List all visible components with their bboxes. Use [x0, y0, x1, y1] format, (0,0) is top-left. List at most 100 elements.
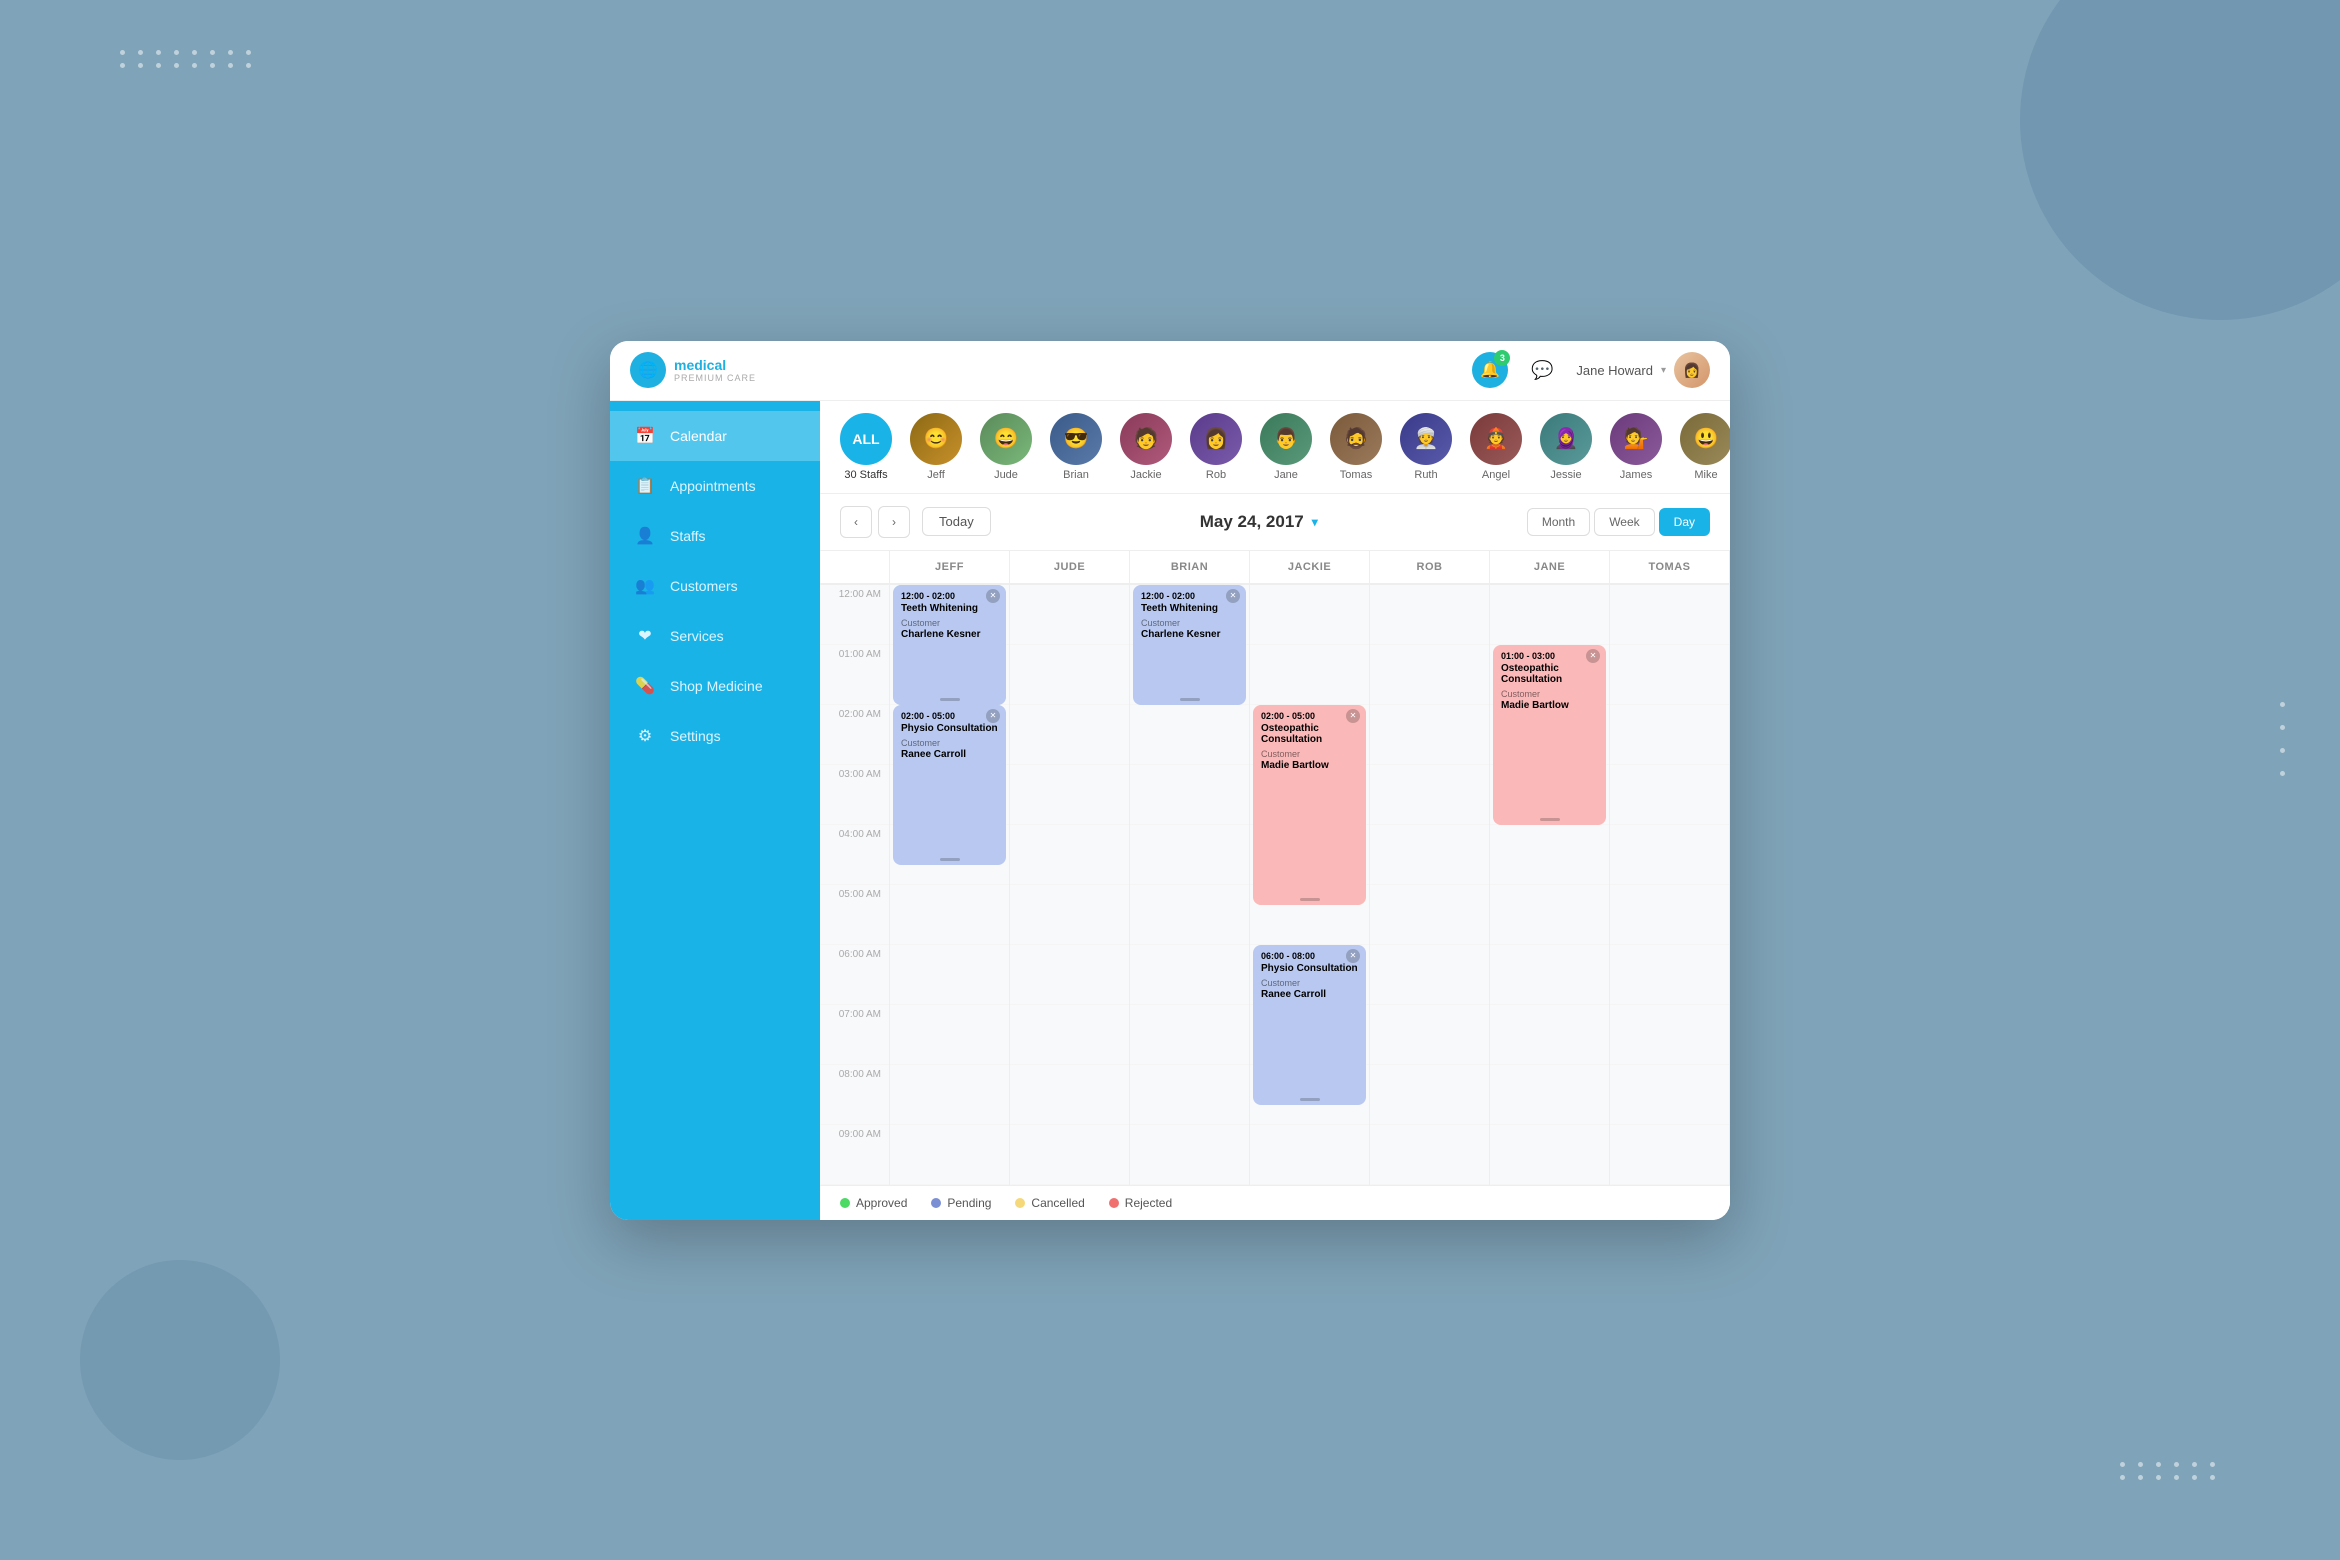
staff-name-tomas: Tomas [1340, 469, 1372, 481]
staff-chip-jane[interactable]: 👨Jane [1260, 413, 1312, 481]
sidebar-item-customers[interactable]: 👥 Customers [610, 561, 820, 611]
staff-name-jeff: Jeff [927, 469, 945, 481]
appt-time: 01:00 - 03:00 [1501, 651, 1598, 661]
logo-text: medical PREMIUM CARE [674, 357, 756, 383]
logo-area: 🌐 medical PREMIUM CARE [630, 352, 756, 388]
appt-service: Osteopathic Consultation [1261, 723, 1358, 745]
all-count-label: 30 Staffs [844, 469, 887, 481]
legend-dot-approved [840, 1198, 850, 1208]
appointment-a8[interactable]: 01:00 - 03:00 Osteopathic Consultation C… [1493, 645, 1606, 825]
customers-icon: 👥 [634, 575, 656, 597]
staff-avatar-jessie: 🧕 [1540, 413, 1592, 465]
all-label: ALL [852, 431, 879, 447]
nav-label-shop: Shop Medicine [670, 678, 763, 694]
appointment-a6[interactable]: 02:00 - 05:00 Osteopathic Consultation C… [1253, 705, 1366, 905]
staffs-icon: 👤 [634, 525, 656, 547]
appointment-a2[interactable]: 12:00 - 02:00 Teeth Whitening Customer C… [893, 585, 1006, 705]
staff-chip-tomas[interactable]: 🧔Tomas [1330, 413, 1382, 481]
staff-name-brian: Brian [1063, 469, 1089, 481]
legend-label-cancelled: Cancelled [1031, 1196, 1084, 1210]
appt-time: 02:00 - 05:00 [1261, 711, 1358, 721]
sidebar-item-calendar[interactable]: 📅 Calendar [610, 411, 820, 461]
legend-item-pending: Pending [931, 1196, 991, 1210]
appt-cust-label: Customer [901, 738, 998, 748]
sidebar-item-settings[interactable]: ⚙ Settings [610, 711, 820, 761]
calendar-icon: 📅 [634, 425, 656, 447]
staff-name-jessie: Jessie [1550, 469, 1581, 481]
appt-close[interactable]: ✕ [1346, 949, 1360, 963]
appt-service: Teeth Whitening [1141, 603, 1238, 614]
appt-close[interactable]: ✕ [986, 589, 1000, 603]
col-header-jeff: JEFF [890, 551, 1010, 583]
appt-time: 06:00 - 08:00 [1261, 951, 1358, 961]
notification-button[interactable]: 🔔 3 [1472, 352, 1508, 388]
appointments-icon: 📋 [634, 475, 656, 497]
message-button[interactable]: 💬 [1524, 352, 1560, 388]
data-col-5 [1370, 585, 1490, 1185]
date-label: May 24, 2017 [1200, 512, 1304, 532]
sidebar-item-services[interactable]: ❤ Services [610, 611, 820, 661]
col-header-jane: JANE [1490, 551, 1610, 583]
legend-item-approved: Approved [840, 1196, 907, 1210]
sidebar-item-staffs[interactable]: 👤 Staffs [610, 511, 820, 561]
legend-label-pending: Pending [947, 1196, 991, 1210]
staff-chip-brian[interactable]: 😎Brian [1050, 413, 1102, 481]
staff-name-angel: Angel [1482, 469, 1510, 481]
staff-chip-james[interactable]: 💁 James [1610, 413, 1662, 481]
notification-badge: 3 [1494, 350, 1510, 366]
appt-drag-handle [940, 698, 960, 701]
user-info[interactable]: Jane Howard ▾ 👩 [1576, 352, 1710, 388]
staff-chip-jeff[interactable]: 😊Jeff [910, 413, 962, 481]
staff-name-ruth: Ruth [1414, 469, 1437, 481]
staff-chip-jessie[interactable]: 🧕 Jessie [1540, 413, 1592, 481]
calendar-grid: JEFFJUDEBRIANJACKIEROBJANETOMAS12:00 AM0… [820, 551, 1730, 1185]
sidebar-item-shop[interactable]: 💊 Shop Medicine [610, 661, 820, 711]
col-header-jude: JUDE [1010, 551, 1130, 583]
legend-bar: Approved Pending Cancelled Rejected [820, 1185, 1730, 1220]
staff-avatar-jude: 😄 [980, 413, 1032, 465]
staff-name-jackie: Jackie [1130, 469, 1161, 481]
user-name: Jane Howard [1576, 363, 1653, 378]
appt-time: 02:00 - 05:00 [901, 711, 998, 721]
staff-avatar-james: 💁 [1610, 413, 1662, 465]
legend-label-rejected: Rejected [1125, 1196, 1172, 1210]
services-icon: ❤ [634, 625, 656, 647]
appointment-a7[interactable]: 06:00 - 08:00 Physio Consultation Custom… [1253, 945, 1366, 1105]
appt-service: Physio Consultation [1261, 963, 1358, 974]
week-view-button[interactable]: Week [1594, 508, 1654, 536]
staff-avatar-mike: 😃 [1680, 413, 1730, 465]
legend-item-rejected: Rejected [1109, 1196, 1172, 1210]
legend-dot-pending [931, 1198, 941, 1208]
staff-chip-ruth[interactable]: 👳Ruth [1400, 413, 1452, 481]
appt-cust-name: Ranee Carroll [901, 749, 998, 760]
top-right: 🔔 3 💬 Jane Howard ▾ 👩 [1472, 352, 1710, 388]
staff-chip-rob[interactable]: 👩Rob [1190, 413, 1242, 481]
nav-label-customers: Customers [670, 578, 738, 594]
all-staff-chip[interactable]: ALL 30 Staffs [840, 413, 892, 481]
appt-close[interactable]: ✕ [1346, 709, 1360, 723]
staff-chip-jude[interactable]: 😄Jude [980, 413, 1032, 481]
appt-cust-label: Customer [1261, 749, 1358, 759]
staff-chip-jackie[interactable]: 🧑Jackie [1120, 413, 1172, 481]
appt-close[interactable]: ✕ [986, 709, 1000, 723]
sidebar-item-appointments[interactable]: 📋 Appointments [610, 461, 820, 511]
staff-avatar-rob: 👩 [1190, 413, 1242, 465]
day-view-button[interactable]: Day [1659, 508, 1710, 536]
settings-icon: ⚙ [634, 725, 656, 747]
next-button[interactable]: › [878, 506, 910, 538]
today-button[interactable]: Today [922, 507, 991, 536]
data-col-3: 12:00 - 02:00 Teeth Whitening Customer C… [1130, 585, 1250, 1185]
appointment-a4[interactable]: 12:00 - 02:00 Teeth Whitening Customer C… [1133, 585, 1246, 705]
all-circle: ALL [840, 413, 892, 465]
appt-drag-handle [1300, 1098, 1320, 1101]
staff-chip-mike[interactable]: 😃Mike [1680, 413, 1730, 481]
brand-tagline: PREMIUM CARE [674, 373, 756, 383]
month-view-button[interactable]: Month [1527, 508, 1590, 536]
appointment-a3[interactable]: 02:00 - 05:00 Physio Consultation Custom… [893, 705, 1006, 865]
staff-chip-angel[interactable]: 👲Angel [1470, 413, 1522, 481]
prev-button[interactable]: ‹ [840, 506, 872, 538]
nav-arrows: ‹ › Today [840, 506, 991, 538]
appt-close[interactable]: ✕ [1226, 589, 1240, 603]
staff-name-james: James [1620, 469, 1652, 481]
appt-close[interactable]: ✕ [1586, 649, 1600, 663]
